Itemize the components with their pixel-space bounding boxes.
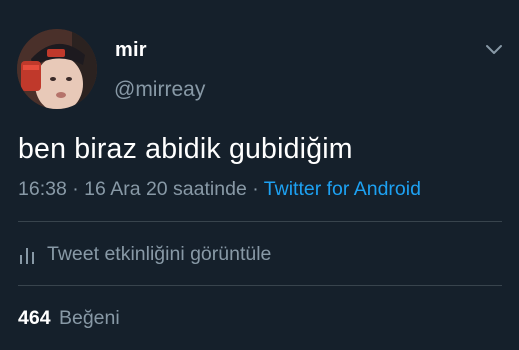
- avatar-image: [17, 29, 97, 109]
- like-label: Beğeni: [58, 307, 120, 329]
- tweet-detail: mir @mirreay ben biraz abidik gubidiğim …: [0, 0, 519, 350]
- tweet-meta: 16:38 · 16 Ara 20 saatinde · Twitter for…: [18, 178, 421, 201]
- divider: [18, 285, 502, 286]
- meta-separator: ·: [252, 178, 259, 200]
- like-count: 464: [18, 307, 51, 329]
- avatar[interactable]: [17, 29, 97, 109]
- view-activity-label: Tweet etkinliğini görüntüle: [47, 243, 272, 265]
- meta-separator: ·: [72, 178, 79, 200]
- display-name[interactable]: mir: [115, 39, 147, 62]
- bar-chart-icon: [18, 245, 36, 265]
- likes-stat[interactable]: 464 Beğeni: [18, 307, 120, 330]
- tweet-date[interactable]: 16 Ara 20 saatinde: [84, 178, 247, 200]
- view-activity-link[interactable]: Tweet etkinliğini görüntüle: [18, 243, 271, 266]
- divider: [18, 221, 502, 222]
- tweet-source-link[interactable]: Twitter for Android: [264, 178, 421, 200]
- tweet-text: ben biraz abidik gubidiğim: [18, 133, 353, 165]
- chevron-down-icon[interactable]: [483, 42, 505, 58]
- tweet-time[interactable]: 16:38: [18, 178, 67, 200]
- user-handle[interactable]: @mirreay: [114, 78, 205, 102]
